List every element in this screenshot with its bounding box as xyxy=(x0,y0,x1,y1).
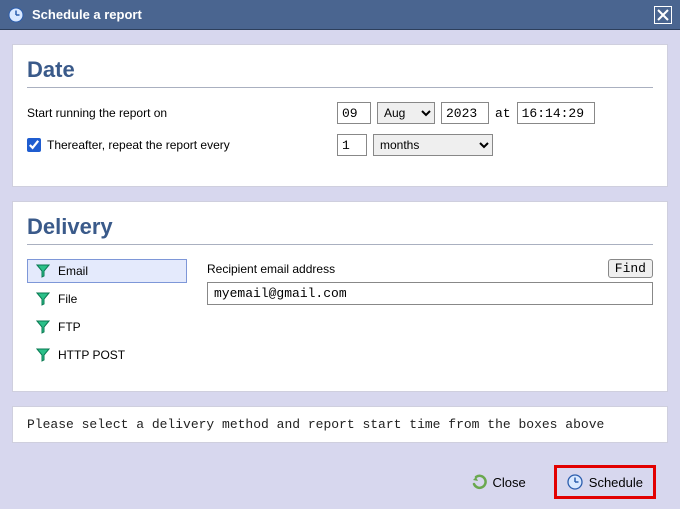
start-time-input[interactable] xyxy=(517,102,595,124)
delivery-method-file[interactable]: File xyxy=(27,287,187,311)
delivery-method-email[interactable]: Email xyxy=(27,259,187,283)
find-button[interactable]: Find xyxy=(608,259,653,278)
funnel-icon xyxy=(36,264,50,278)
repeat-unit-select[interactable]: months xyxy=(373,134,493,156)
repeat-row: Thereafter, repeat the report every mont… xyxy=(27,134,653,156)
titlebar: Schedule a report xyxy=(0,0,680,30)
dialog-content: Date Start running the report on Aug at … xyxy=(0,30,680,509)
hint-text: Please select a delivery method and repo… xyxy=(27,417,604,432)
funnel-icon xyxy=(36,320,50,334)
schedule-button-label: Schedule xyxy=(589,475,643,490)
close-button[interactable]: Close xyxy=(461,468,536,496)
clock-icon xyxy=(567,474,583,490)
hint-panel: Please select a delivery method and repo… xyxy=(12,406,668,443)
start-year-input[interactable] xyxy=(441,102,489,124)
close-button-label: Close xyxy=(493,475,526,490)
clock-icon xyxy=(8,7,24,23)
delivery-method-label: Email xyxy=(58,264,88,278)
start-date-label: Start running the report on xyxy=(27,106,337,120)
window-close-button[interactable] xyxy=(654,6,672,24)
delivery-heading: Delivery xyxy=(27,214,653,245)
delivery-method-label: HTTP POST xyxy=(58,348,125,362)
dialog-footer: Close Schedule xyxy=(12,457,668,499)
window-title: Schedule a report xyxy=(32,7,142,22)
schedule-button[interactable]: Schedule xyxy=(554,465,656,499)
delivery-details: Recipient email address Find xyxy=(207,259,653,371)
start-day-input[interactable] xyxy=(337,102,371,124)
repeat-label: Thereafter, repeat the report every xyxy=(47,138,230,152)
delivery-method-http-post[interactable]: HTTP POST xyxy=(27,343,187,367)
funnel-icon xyxy=(36,292,50,306)
delivery-method-label: File xyxy=(58,292,77,306)
funnel-icon xyxy=(36,348,50,362)
start-month-select[interactable]: Aug xyxy=(377,102,435,124)
date-heading: Date xyxy=(27,57,653,88)
undo-icon xyxy=(471,474,487,490)
delivery-method-ftp[interactable]: FTP xyxy=(27,315,187,339)
date-panel: Date Start running the report on Aug at … xyxy=(12,44,668,187)
recipient-email-input[interactable] xyxy=(207,282,653,305)
start-date-row: Start running the report on Aug at xyxy=(27,102,653,124)
repeat-count-input[interactable] xyxy=(337,134,367,156)
recipient-label: Recipient email address xyxy=(207,262,600,276)
at-label: at xyxy=(495,106,511,121)
delivery-method-label: FTP xyxy=(58,320,81,334)
delivery-panel: Delivery Email File xyxy=(12,201,668,392)
repeat-checkbox[interactable] xyxy=(27,138,41,152)
delivery-method-list: Email File FTP xyxy=(27,259,187,371)
